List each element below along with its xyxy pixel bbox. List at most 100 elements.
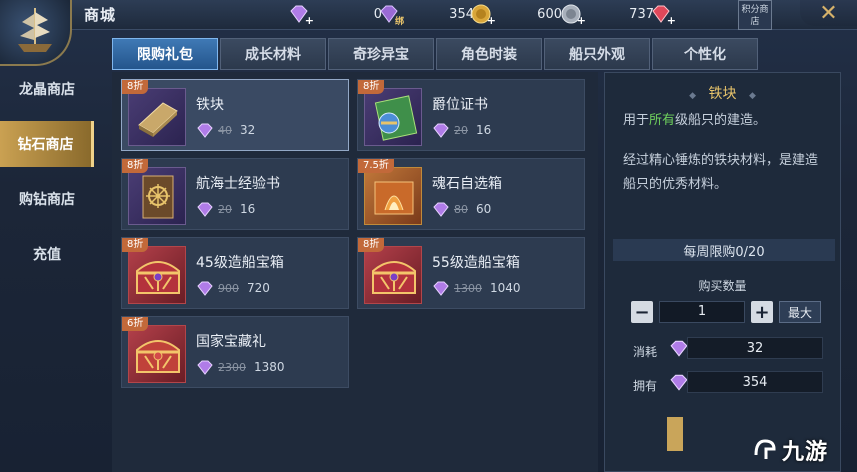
discount-badge: 8折 — [122, 238, 149, 252]
silver-coin-icon[interactable]: + — [560, 3, 586, 27]
discount-badge: 7.5折 — [358, 159, 394, 173]
title-certificate-icon — [364, 88, 422, 146]
item-name: 45级造船宝箱 — [196, 255, 284, 271]
item-price: 900 720 — [196, 280, 270, 296]
red-gem-icon[interactable]: + — [650, 3, 676, 27]
discount-badge: 8折 — [358, 238, 385, 252]
iron-ingot-icon — [128, 88, 186, 146]
original-price: 80 — [454, 202, 468, 216]
item-price: 2300 1380 — [196, 359, 285, 375]
purple-gem-icon — [197, 281, 213, 296]
sale-price: 16 — [476, 123, 492, 137]
desc-text: 级船只的建造。 — [675, 113, 767, 128]
item-name: 55级造船宝箱 — [432, 255, 520, 271]
gold-coin-icon[interactable]: + — [470, 3, 496, 27]
treasure-chest-icon — [364, 246, 422, 304]
diamond-ornament-icon: ◆ — [748, 91, 756, 101]
sidebar-item-diamond-store[interactable]: 钻石商店 — [0, 121, 94, 167]
item-name: 爵位证书 — [432, 97, 488, 113]
item-name: 航海士经验书 — [196, 176, 280, 192]
detail-title: ◆ 铁块 ◆ — [605, 83, 840, 103]
item-price: 1300 1040 — [432, 280, 521, 296]
item-card-national-treasure-pack[interactable]: 6折 国家宝藏礼 2300 1380 — [121, 316, 349, 388]
quantity-decrease-button[interactable]: − — [631, 301, 653, 323]
tab-rare-treasures[interactable]: 奇珍异宝 — [328, 38, 434, 70]
tab-personalization[interactable]: 个性化 — [652, 38, 758, 70]
item-name: 魂石自选箱 — [432, 176, 502, 192]
item-card-iron-ingot[interactable]: 8折 铁块 40 32 — [121, 79, 349, 151]
sale-price: 1380 — [254, 360, 285, 374]
sidebar-item-recharge[interactable]: 充值 — [0, 231, 94, 277]
owned-label: 拥有 — [633, 379, 658, 393]
currency-bound-gem: 绑 354 — [378, 3, 474, 27]
item-price: 80 60 — [432, 201, 491, 217]
purple-gem-icon — [433, 123, 449, 138]
treasure-chest-icon — [128, 246, 186, 304]
purple-gem-icon — [433, 281, 449, 296]
quantity-label: 购买数量 — [698, 279, 747, 293]
item-card-soulstone-box[interactable]: 7.5折 魂石自选箱 80 60 — [357, 158, 585, 230]
sidebar-item-buy-diamond-store[interactable]: 购钻商店 — [0, 176, 94, 222]
discount-badge: 6折 — [122, 317, 149, 331]
points-store-button[interactable]: 积分商店 — [738, 0, 772, 30]
max-quantity-button[interactable]: 最大 — [779, 301, 821, 323]
currency-value: 600 — [537, 6, 562, 22]
currency-purple-gem: + 0 — [288, 3, 382, 27]
item-card-title-certificate[interactable]: 8折 爵位证书 20 16 — [357, 79, 585, 151]
sidebar: 龙晶商店 钻石商店 购钻商店 充值 — [0, 66, 96, 472]
weekly-limit: 每周限购0/20 — [613, 239, 835, 261]
purple-gem-icon — [197, 360, 213, 375]
treasure-chest-icon — [128, 325, 186, 383]
item-detail-panel: ◆ 铁块 ◆ 用于所有级船只的建造。 经过精心锤炼的铁块材料，是建造船只的优秀材… — [604, 72, 841, 472]
sidebar-item-dragon-crystal-store[interactable]: 龙晶商店 — [0, 66, 94, 112]
ship-icon — [18, 8, 52, 52]
watermark-text: 九游 — [782, 440, 829, 465]
currency-gold: + 600 — [470, 3, 562, 27]
quantity-input[interactable]: 1 — [659, 301, 745, 323]
jiuyou-logo-icon — [754, 439, 776, 459]
soulstone-box-icon — [364, 167, 422, 225]
detail-usage: 用于所有级船只的建造。 — [623, 109, 829, 128]
purple-gem-icon — [670, 374, 688, 391]
sale-price: 16 — [240, 202, 256, 216]
discount-badge: 8折 — [122, 159, 149, 173]
watermark: 九游 — [752, 432, 852, 468]
detail-description: 经过精心锤炼的铁块材料，是建造船只的优秀材料。 — [623, 153, 819, 192]
original-price: 2300 — [218, 360, 246, 374]
discount-badge: 8折 — [122, 80, 149, 94]
close-button[interactable]: ✕ — [800, 0, 857, 26]
cost-label: 消耗 — [633, 345, 658, 359]
owned-value: 354 — [687, 371, 823, 393]
page-title: 商城 — [84, 6, 117, 24]
original-price: 1300 — [454, 281, 482, 295]
desc-text: 用于 — [623, 113, 650, 128]
sale-price: 720 — [247, 281, 270, 295]
currency-value: 0 — [672, 7, 746, 22]
buy-button[interactable] — [667, 417, 683, 451]
item-price: 20 16 — [432, 122, 491, 138]
item-card-navigator-exp-book[interactable]: 8折 航海士经验书 20 16 — [121, 158, 349, 230]
sale-price: 1040 — [490, 281, 521, 295]
item-name: 铁块 — [196, 97, 224, 113]
bound-purple-gem-icon: 绑 — [378, 3, 404, 27]
purple-gem-icon — [197, 123, 213, 138]
item-card-lv45-shipbuilding-chest[interactable]: 8折 45级造船宝箱 900 720 — [121, 237, 349, 309]
purple-gem-icon[interactable]: + — [288, 3, 314, 27]
currency-value: 737 — [629, 6, 654, 22]
tab-ship-appearance[interactable]: 船只外观 — [544, 38, 650, 70]
tab-growth-materials[interactable]: 成长材料 — [220, 38, 326, 70]
item-grid: 8折 铁块 40 32 8折 爵位证书 20 16 8折 航海士经验书 20 1… — [112, 72, 598, 472]
currency-value: 354 — [449, 6, 474, 22]
sale-price: 32 — [240, 123, 256, 137]
sale-price: 60 — [476, 202, 492, 216]
item-price: 40 32 — [196, 122, 255, 138]
tab-limited-packs[interactable]: 限购礼包 — [112, 38, 218, 70]
purple-gem-icon — [670, 340, 688, 357]
original-price: 20 — [454, 123, 468, 137]
item-card-lv55-shipbuilding-chest[interactable]: 8折 55级造船宝箱 1300 1040 — [357, 237, 585, 309]
cost-value: 32 — [687, 337, 823, 359]
currency-red-gem: + 0 — [650, 3, 746, 27]
tab-character-outfits[interactable]: 角色时装 — [436, 38, 542, 70]
purple-gem-icon — [197, 202, 213, 217]
quantity-increase-button[interactable]: + — [751, 301, 773, 323]
